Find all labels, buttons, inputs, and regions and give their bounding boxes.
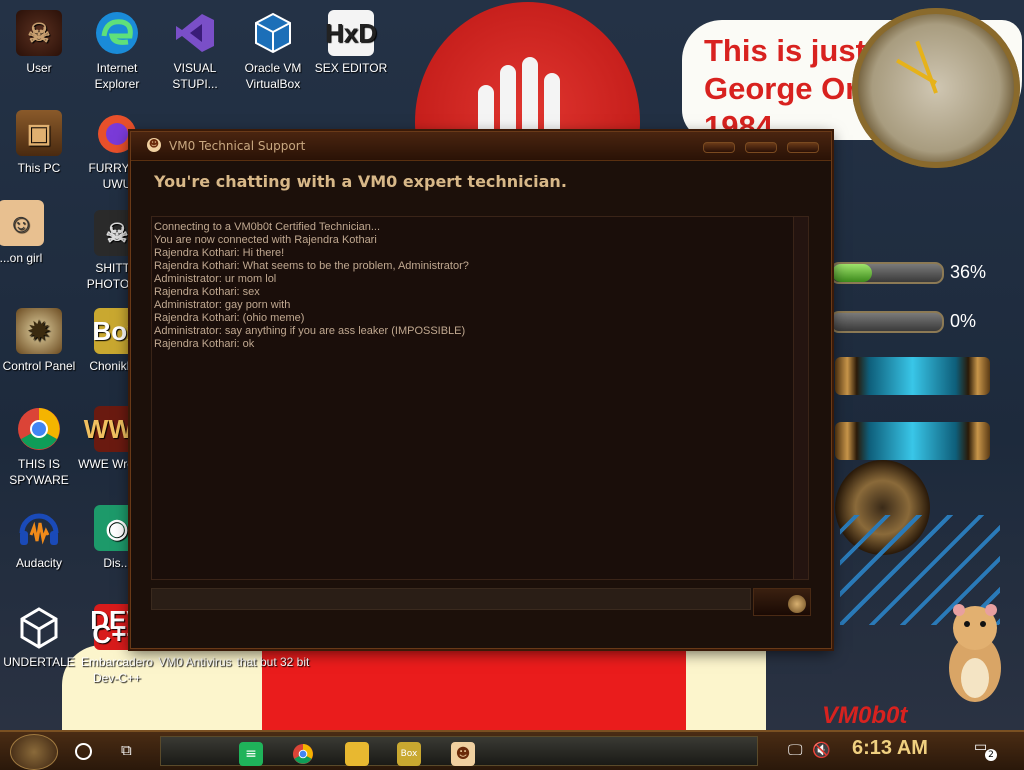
chrome-icon[interactable] bbox=[291, 742, 315, 766]
steampunk-tube-1 bbox=[835, 357, 990, 395]
message-input[interactable] bbox=[151, 588, 751, 610]
gauge-cpu-fill bbox=[832, 264, 872, 282]
technician-icon: ☻ bbox=[147, 138, 161, 152]
unity-icon bbox=[16, 604, 62, 650]
desktop-icon-sex-editor[interactable]: HxD SEX EDITOR bbox=[312, 10, 390, 76]
maximize-button[interactable] bbox=[745, 142, 777, 153]
chat-heading: You're chatting with a VM0 expert techni… bbox=[154, 172, 567, 191]
close-button[interactable] bbox=[787, 142, 819, 153]
desktop-icon-audacity[interactable]: Audacity bbox=[0, 505, 78, 571]
pc-icon: ▣ bbox=[16, 110, 62, 156]
window-titlebar[interactable]: ☻ VM0 Technical Support bbox=[131, 132, 831, 161]
taskbar: ⧉ ≡ Box ☻ 🖵 🔇 6:13 AM ▭ 2 bbox=[0, 730, 1024, 770]
chat-line: Connecting to a VM0b0t Certified Technic… bbox=[154, 221, 381, 233]
steampunk-clock-widget bbox=[852, 8, 1020, 168]
chrome-icon bbox=[16, 406, 62, 452]
desktop-icon-virtualbox[interactable]: Oracle VM VirtualBox bbox=[234, 10, 312, 92]
chat-line: Administrator: say anything if you are a… bbox=[154, 325, 466, 337]
gauge-cpu bbox=[830, 262, 944, 284]
desktop-icon-control-panel[interactable]: ✹ Control Panel bbox=[0, 308, 78, 374]
chat-log[interactable]: Connecting to a VM0b0t Certified Technic… bbox=[151, 216, 809, 580]
volume-muted-icon[interactable]: 🔇 bbox=[812, 741, 831, 759]
start-button[interactable] bbox=[10, 734, 58, 770]
virtualbox-icon bbox=[250, 10, 296, 56]
send-button[interactable] bbox=[753, 588, 811, 616]
hxd-icon: HxD bbox=[325, 10, 377, 56]
chat-line: Rajendra Kothari: (ohio meme) bbox=[154, 312, 305, 324]
desktop-icon-this-pc[interactable]: ▣ This PC bbox=[0, 110, 78, 176]
sheets-icon[interactable]: ≡ bbox=[239, 742, 263, 766]
minimize-button[interactable] bbox=[703, 142, 735, 153]
tech-support-window: ☻ VM0 Technical Support You're chatting … bbox=[130, 131, 832, 649]
edge-icon bbox=[94, 10, 140, 56]
user-icon: ☠ bbox=[16, 10, 62, 56]
wallpaper-yellow-right bbox=[686, 645, 766, 730]
taskbar-app-strip: ≡ Box ☻ bbox=[160, 736, 758, 766]
desktop-icon-user[interactable]: ☠ User bbox=[0, 10, 78, 76]
chat-line: You are now connected with Rajendra Koth… bbox=[154, 234, 377, 246]
chat-line: Rajendra Kothari: ok bbox=[154, 338, 255, 350]
gauge-memory bbox=[830, 311, 944, 333]
chat-scrollbar[interactable] bbox=[793, 217, 808, 579]
box-icon[interactable]: Box bbox=[397, 742, 421, 766]
visual-studio-icon bbox=[172, 10, 218, 56]
chat-line: Administrator: ur mom lol bbox=[154, 273, 277, 285]
chat-line: Administrator: gay porn with bbox=[154, 299, 291, 311]
hank-icon: ☺ bbox=[0, 200, 44, 246]
desktop-icon-undertale[interactable]: UNDERTALE bbox=[0, 604, 78, 670]
window-controls bbox=[703, 142, 819, 153]
audacity-icon bbox=[16, 505, 62, 551]
gauge-memory-label: 0% bbox=[950, 311, 977, 331]
lightbulb-icon: ✹ bbox=[16, 308, 62, 354]
notification-count: 2 bbox=[985, 749, 997, 761]
steampunk-tube-2 bbox=[835, 422, 990, 460]
desktop-icon-girl[interactable]: ☺ ...on girl bbox=[0, 200, 60, 266]
clock-time[interactable]: 6:13 AM bbox=[852, 737, 928, 760]
desktop-icon-visual-studio[interactable]: VISUAL STUPI... bbox=[156, 10, 234, 92]
wallpaper-red-band bbox=[262, 648, 692, 730]
folder-icon[interactable] bbox=[345, 742, 369, 766]
chat-line: Rajendra Kothari: Hi there! bbox=[154, 247, 285, 259]
send-icon bbox=[788, 595, 806, 613]
task-view-icon[interactable]: ⧉ bbox=[121, 741, 139, 759]
desktop-icon-spyware[interactable]: THIS IS SPYWARE bbox=[0, 406, 78, 488]
hamster-widget bbox=[944, 598, 1006, 706]
window-title: VM0 Technical Support bbox=[169, 139, 306, 153]
chat-line: Rajendra Kothari: sex bbox=[154, 286, 260, 298]
gauge-cpu-label: 36% bbox=[950, 262, 987, 282]
cortana-icon[interactable] bbox=[75, 743, 92, 760]
network-icon[interactable]: 🖵 bbox=[788, 741, 802, 759]
desktop-icon-internet-explorer[interactable]: Internet Explorer bbox=[78, 10, 156, 92]
chat-line: Rajendra Kothari: What seems to be the p… bbox=[154, 260, 469, 272]
wallpaper-brand: VM0b0t bbox=[822, 702, 908, 729]
chat-messages: Connecting to a VM0b0t Certified Technic… bbox=[152, 217, 808, 355]
technician-icon[interactable]: ☻ bbox=[451, 742, 475, 766]
